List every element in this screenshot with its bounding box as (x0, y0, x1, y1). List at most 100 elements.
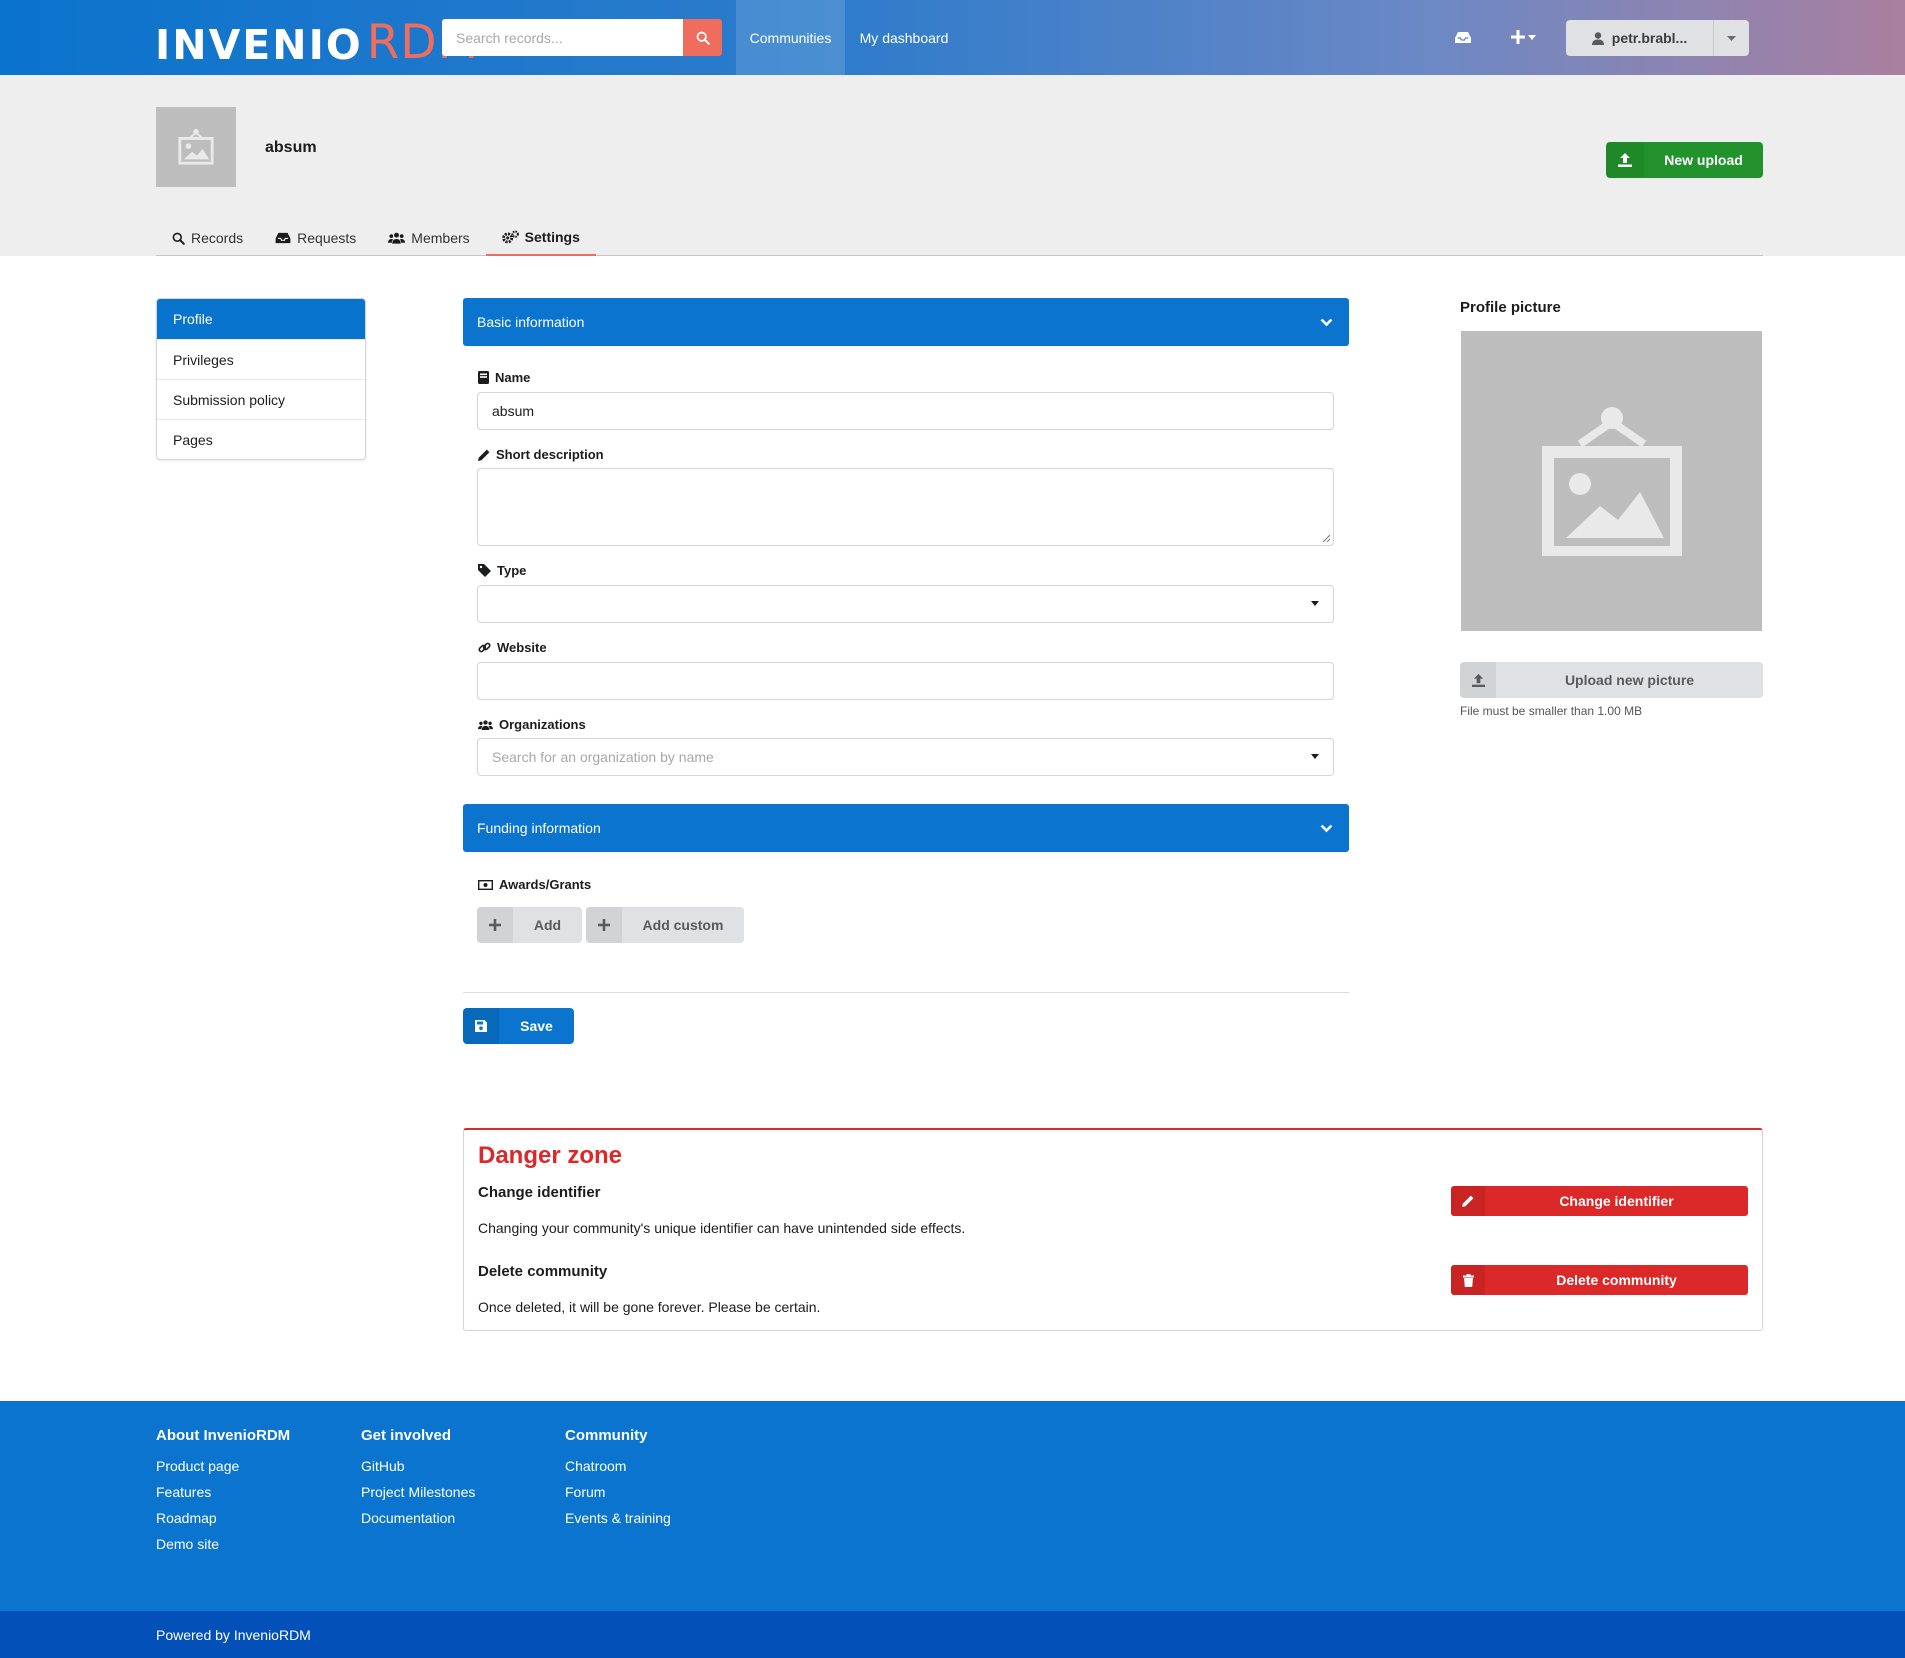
logo-word: INVENIO (155, 21, 363, 69)
upload-icon (1460, 662, 1496, 698)
footer-link-project-milestones[interactable]: Project Milestones (361, 1484, 475, 1500)
nav-communities[interactable]: Communities (736, 0, 845, 75)
tab-requests-label: Requests (297, 230, 357, 246)
footer-column-title: Community (565, 1427, 648, 1444)
search-icon (172, 232, 185, 245)
community-logo (156, 107, 236, 187)
short-description-label-row: Short description (478, 447, 604, 462)
new-upload-label: New upload (1664, 152, 1743, 168)
side-menu-pages[interactable]: Pages (157, 419, 365, 459)
website-label-row: Website (478, 640, 547, 655)
change-identifier-heading: Change identifier (478, 1184, 601, 1201)
caret-down-icon (1527, 34, 1536, 40)
community-tabs: Records Requests Members Settings (156, 220, 1763, 256)
footer-link-roadmap[interactable]: Roadmap (156, 1510, 290, 1526)
profile-picture-preview (1461, 331, 1762, 631)
users-icon (388, 232, 406, 244)
search-input[interactable] (442, 19, 683, 56)
add-custom-award-label: Add custom (642, 917, 724, 933)
inbox-icon (275, 232, 291, 244)
website-field[interactable] (477, 662, 1334, 700)
add-custom-award-button[interactable]: Add custom (586, 907, 744, 943)
tab-members[interactable]: Members (372, 220, 485, 256)
change-identifier-text: Changing your community's unique identif… (478, 1220, 966, 1236)
organizations-label: Organizations (499, 717, 586, 732)
footer-link-forum[interactable]: Forum (565, 1484, 671, 1500)
tab-records-label: Records (191, 230, 244, 246)
change-identifier-label: Change identifier (1559, 1193, 1674, 1209)
resize-handle-icon[interactable] (1322, 534, 1330, 542)
organizations-label-row: Organizations (478, 717, 586, 732)
basic-information-title: Basic information (477, 314, 585, 330)
funding-information-accordion[interactable]: Funding information (463, 804, 1349, 852)
save-icon (463, 1008, 499, 1044)
add-award-label: Add (533, 917, 562, 933)
footer-link-events-training[interactable]: Events & training (565, 1510, 671, 1526)
footer-column-about: About InvenioRDM Product page Features R… (156, 1427, 290, 1562)
tab-settings[interactable]: Settings (485, 220, 596, 256)
link-icon (478, 642, 491, 653)
funding-information-title: Funding information (477, 820, 601, 836)
search-icon (696, 31, 710, 45)
chevron-down-icon (1320, 318, 1333, 326)
footer-link-github[interactable]: GitHub (361, 1458, 475, 1474)
short-description-textarea[interactable] (477, 468, 1334, 546)
name-label: Name (495, 370, 531, 385)
tab-records[interactable]: Records (156, 220, 259, 256)
organizations-placeholder: Search for an organization by name (492, 749, 714, 765)
side-menu-profile[interactable]: Profile (157, 299, 365, 339)
save-button[interactable]: Save (463, 1008, 574, 1044)
footer-column-community: Community Chatroom Forum Events & traini… (565, 1427, 671, 1536)
delete-community-text: Once deleted, it will be gone forever. P… (478, 1299, 821, 1315)
side-menu-submission-policy[interactable]: Submission policy (157, 379, 365, 419)
user-menu-button[interactable]: petr.brabl... (1566, 20, 1749, 56)
footer-link-documentation[interactable]: Documentation (361, 1510, 475, 1526)
image-placeholder-icon (178, 128, 214, 165)
change-identifier-button[interactable]: Change identifier (1451, 1186, 1748, 1216)
tab-members-label: Members (411, 230, 470, 246)
settings-side-menu: Profile Privileges Submission policy Pag… (156, 298, 366, 460)
delete-community-button[interactable]: Delete community (1451, 1265, 1748, 1295)
footer-column-get-involved: Get involved GitHub Project Milestones D… (361, 1427, 475, 1536)
quick-create-button[interactable] (1506, 24, 1540, 50)
save-label: Save (520, 1018, 553, 1034)
inbox-icon (1455, 31, 1471, 43)
footer-link-product-page[interactable]: Product page (156, 1458, 290, 1474)
caret-down-icon (1727, 35, 1736, 41)
pencil-icon (478, 449, 490, 461)
nav-my-dashboard[interactable]: My dashboard (845, 0, 963, 75)
picture-size-hint: File must be smaller than 1.00 MB (1460, 704, 1643, 718)
upload-icon (1606, 142, 1644, 178)
user-menu-dropdown[interactable] (1713, 20, 1749, 56)
upload-new-picture-label: Upload new picture (1564, 672, 1695, 688)
powered-by-text[interactable]: Powered by InvenioRDM (156, 1627, 311, 1643)
short-description-label: Short description (496, 447, 604, 462)
image-placeholder-icon (1541, 407, 1682, 556)
profile-picture-title: Profile picture (1460, 299, 1561, 316)
tag-icon (478, 564, 491, 577)
tab-requests[interactable]: Requests (259, 220, 372, 256)
name-field[interactable]: absum (477, 392, 1334, 430)
search-button[interactable] (683, 19, 722, 56)
type-select[interactable] (477, 585, 1334, 623)
user-name: petr.brabl... (1611, 30, 1688, 46)
footer-link-features[interactable]: Features (156, 1484, 290, 1500)
invenio-rdm-logo[interactable]: INVENIO RDM (155, 12, 479, 69)
side-menu-privileges[interactable]: Privileges (157, 339, 365, 379)
footer-column-title: Get involved (361, 1427, 452, 1444)
basic-information-accordion[interactable]: Basic information (463, 298, 1349, 346)
footer-link-chatroom[interactable]: Chatroom (565, 1458, 671, 1474)
upload-new-picture-button[interactable]: Upload new picture (1460, 662, 1763, 698)
cogs-icon (501, 230, 519, 244)
organizations-search-select[interactable]: Search for an organization by name (477, 738, 1334, 776)
footer-link-demo-site[interactable]: Demo site (156, 1536, 290, 1552)
money-bill-icon (478, 879, 493, 890)
user-menu-main[interactable]: petr.brabl... (1566, 20, 1713, 56)
inbox-button[interactable] (1450, 24, 1476, 50)
new-upload-button[interactable]: New upload (1606, 142, 1763, 178)
pencil-icon (1451, 1186, 1485, 1216)
add-award-button[interactable]: Add (477, 907, 582, 943)
plus-icon (1510, 30, 1525, 44)
user-icon (1591, 31, 1604, 45)
form-divider (463, 992, 1349, 993)
